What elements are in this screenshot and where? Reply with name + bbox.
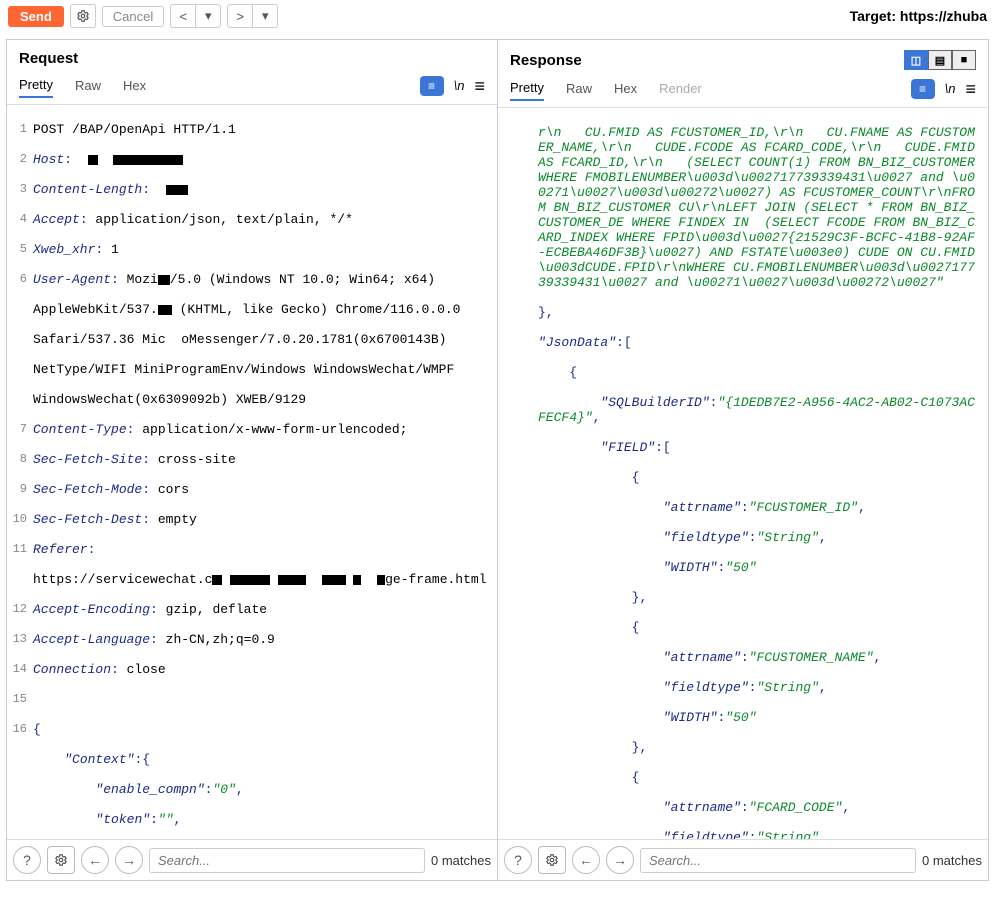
send-button[interactable]: Send — [8, 6, 64, 27]
response-title: Response — [510, 52, 582, 69]
history-back-group: < ▾ — [170, 4, 221, 28]
response-editor[interactable]: r\n CU.FMID AS FCUSTOMER_ID,\r\n CU.FNAM… — [498, 108, 988, 839]
help-icon[interactable]: ? — [13, 846, 41, 874]
search-input[interactable] — [149, 848, 425, 873]
top-toolbar: Send Cancel < ▾ > ▾ Target: https://zhub… — [0, 0, 995, 33]
cancel-button[interactable]: Cancel — [102, 6, 164, 27]
target-label: Target: https://zhuba — [850, 8, 987, 24]
search-input[interactable] — [640, 848, 916, 873]
request-footer: ? ← → 0 matches — [7, 839, 497, 880]
request-pane: Request Pretty Raw Hex ≡ \n ≡ 1POST /BAP… — [7, 40, 497, 880]
back-button[interactable]: < — [170, 4, 195, 28]
response-subtabs: Pretty Raw Hex Render ≡ \n ≡ — [498, 76, 988, 108]
tab-raw[interactable]: Raw — [75, 74, 101, 97]
tab-pretty[interactable]: Pretty — [19, 73, 53, 98]
response-menu-icon[interactable]: ≡ — [965, 82, 976, 96]
request-editor[interactable]: 1POST /BAP/OpenApi HTTP/1.1 2Host: 3Cont… — [7, 105, 497, 839]
forward-dropdown[interactable]: ▾ — [252, 4, 278, 28]
layout-rows-icon[interactable]: ▤ — [928, 50, 952, 70]
layout-single-icon[interactable]: ■ — [952, 50, 976, 70]
forward-button[interactable]: > — [227, 4, 252, 28]
response-pane: Response ◫ ▤ ■ Pretty Raw Hex Render ≡ \… — [497, 40, 988, 880]
prev-match-icon[interactable]: ← — [81, 846, 109, 874]
match-count: 0 matches — [431, 853, 491, 868]
history-fwd-group: > ▾ — [227, 4, 278, 28]
match-count: 0 matches — [922, 853, 982, 868]
next-match-icon[interactable]: → — [115, 846, 143, 874]
back-dropdown[interactable]: ▾ — [195, 4, 221, 28]
tab-hex[interactable]: Hex — [123, 74, 146, 97]
request-menu-icon[interactable]: ≡ — [474, 79, 485, 93]
beautify-icon[interactable]: ≡ — [911, 79, 935, 99]
layout-toggle[interactable]: ◫ ▤ ■ — [904, 50, 976, 70]
next-match-icon[interactable]: → — [606, 846, 634, 874]
settings-icon[interactable] — [538, 846, 566, 874]
request-title: Request — [19, 50, 78, 67]
split-container: Request Pretty Raw Hex ≡ \n ≡ 1POST /BAP… — [6, 39, 989, 881]
settings-icon[interactable] — [47, 846, 75, 874]
newline-icon[interactable]: \n — [454, 78, 465, 93]
tab-raw[interactable]: Raw — [566, 77, 592, 100]
request-subtabs: Pretty Raw Hex ≡ \n ≡ — [7, 73, 497, 105]
beautify-icon[interactable]: ≡ — [420, 76, 444, 96]
prev-match-icon[interactable]: ← — [572, 846, 600, 874]
gear-icon[interactable] — [70, 4, 96, 28]
layout-columns-icon[interactable]: ◫ — [904, 50, 928, 70]
newline-icon[interactable]: \n — [945, 81, 956, 96]
tab-render[interactable]: Render — [659, 77, 702, 100]
tab-hex[interactable]: Hex — [614, 77, 637, 100]
response-footer: ? ← → 0 matches — [498, 839, 988, 880]
tab-pretty[interactable]: Pretty — [510, 76, 544, 101]
help-icon[interactable]: ? — [504, 846, 532, 874]
